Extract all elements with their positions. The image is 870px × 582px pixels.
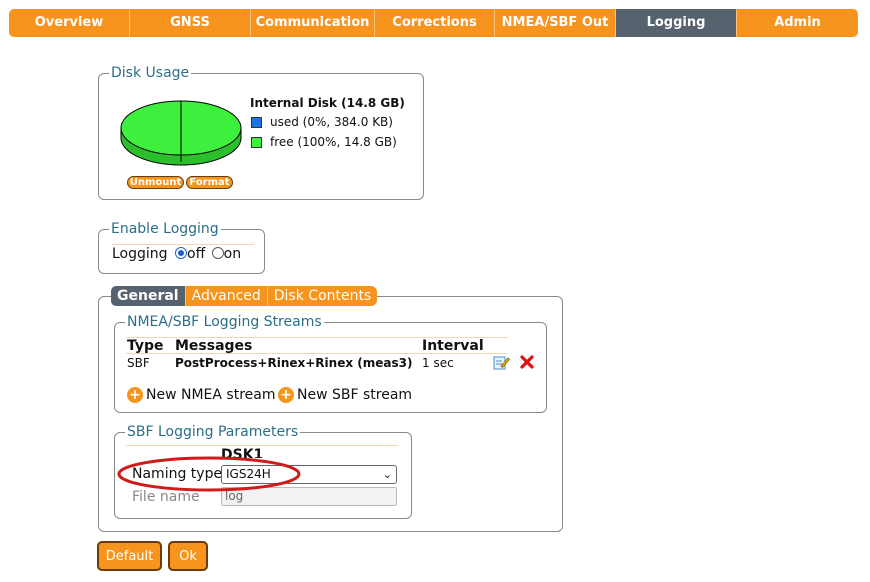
tab-nmea-sbf-out[interactable]: NMEA/SBF Out [495,9,616,37]
divider [112,244,254,245]
main-nav: Overview GNSS Communication Corrections … [9,9,858,37]
used-swatch [251,116,262,128]
new-nmea-stream-label[interactable]: New NMEA stream [146,387,275,403]
plus-icon: + [127,387,143,403]
logging-on-label[interactable]: on [224,246,241,262]
disk-pie-chart [120,100,242,166]
legend-used: used (0%, 384.0 KB) [251,115,393,129]
logging-subtabs: General Advanced Disk Contents [111,286,378,306]
disk-usage-legend: Disk Usage [109,65,192,81]
logging-off-radio[interactable] [175,247,187,259]
new-nmea-stream-button[interactable]: + New NMEA stream [127,387,275,403]
subtab-general[interactable]: General [111,286,186,306]
logging-off-label[interactable]: off [187,246,205,262]
disk-title: Internal Disk (14.8 GB) [250,96,405,110]
col-header-messages: Messages [175,338,253,354]
col-header-interval: Interval [422,338,484,354]
subtab-disk-contents[interactable]: Disk Contents [267,286,378,306]
tab-communication[interactable]: Communication [251,9,375,37]
format-button[interactable]: Format [186,176,233,189]
streams-legend: NMEA/SBF Logging Streams [125,314,324,330]
edit-icon[interactable] [493,354,510,370]
chevron-down-icon: ⌄ [382,468,392,481]
stream-interval: 1 sec [422,356,454,370]
unmount-button[interactable]: Unmount [127,176,184,189]
annotation-ellipse [117,456,301,492]
used-label: used (0%, 384.0 KB) [270,115,393,129]
divider [126,353,508,354]
free-label: free (100%, 14.8 GB) [270,135,397,149]
enable-logging-legend: Enable Logging [109,221,221,237]
stream-type: SBF [127,356,150,370]
logging-radio-group: Logging off on [112,246,241,262]
tab-overview[interactable]: Overview [9,9,130,37]
delete-icon[interactable] [519,354,535,370]
subtab-advanced[interactable]: Advanced [185,286,268,306]
logging-on-radio[interactable] [211,247,224,259]
plus-icon: + [278,387,294,403]
tab-admin[interactable]: Admin [737,9,858,37]
stream-messages: PostProcess+Rinex+Rinex (meas3) [175,356,413,370]
logging-label: Logging [112,246,168,262]
col-header-type: Type [127,338,164,354]
tab-gnss[interactable]: GNSS [130,9,251,37]
default-button[interactable]: Default [97,541,162,571]
legend-free: free (100%, 14.8 GB) [251,135,397,149]
free-swatch [251,136,262,148]
tab-corrections[interactable]: Corrections [375,9,495,37]
new-sbf-stream-label[interactable]: New SBF stream [297,387,412,403]
sbf-params-legend: SBF Logging Parameters [125,424,301,440]
ok-button[interactable]: Ok [168,541,208,571]
new-sbf-stream-button[interactable]: + New SBF stream [278,387,412,403]
tab-logging[interactable]: Logging [616,9,737,37]
